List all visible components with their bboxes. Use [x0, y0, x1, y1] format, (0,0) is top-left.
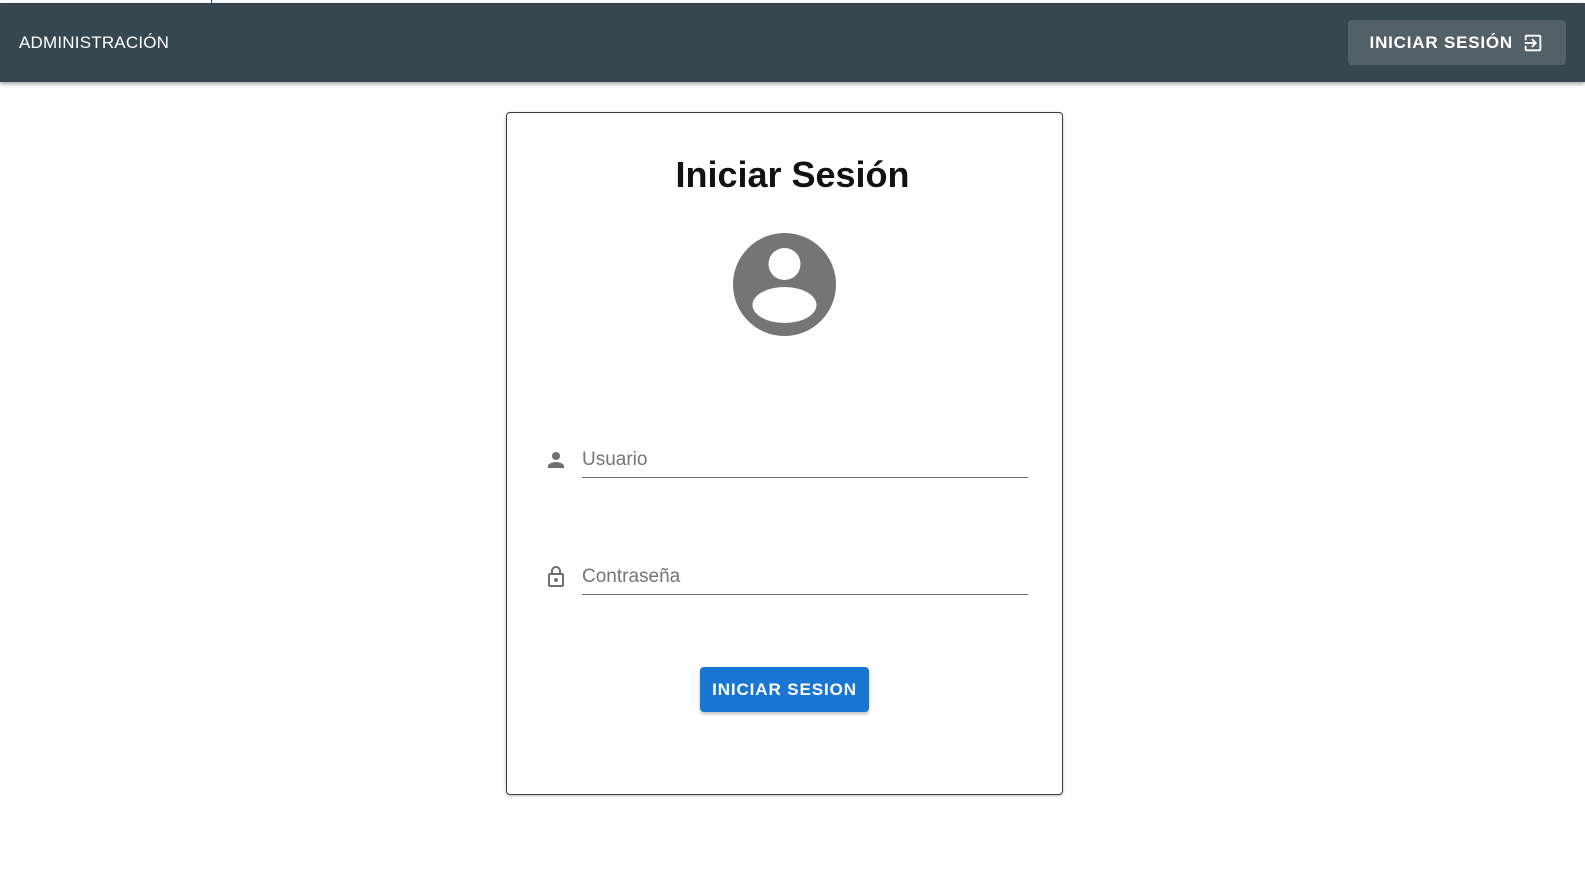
- username-input[interactable]: [582, 442, 1028, 478]
- app-bar: ADMINISTRACIÓN INICIAR SESIÓN: [0, 3, 1585, 82]
- header-login-label: INICIAR SESIÓN: [1369, 32, 1513, 52]
- header-login-button[interactable]: INICIAR SESIÓN: [1347, 20, 1566, 65]
- account-circle-icon: [733, 233, 836, 336]
- submit-login-button[interactable]: INICIAR SESION: [700, 667, 869, 712]
- password-input[interactable]: [582, 559, 1028, 595]
- username-field: [544, 436, 1029, 482]
- login-icon: [1522, 32, 1544, 54]
- lock-icon: [544, 565, 568, 589]
- password-field: [544, 553, 1029, 599]
- person-icon: [544, 448, 568, 472]
- login-title: Iniciar Sesión: [675, 154, 910, 195]
- app-title: ADMINISTRACIÓN: [19, 32, 170, 52]
